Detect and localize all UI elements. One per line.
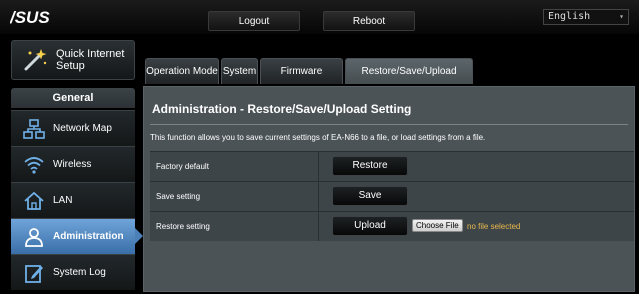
row-label: Save setting <box>156 192 201 201</box>
admin-user-icon <box>25 228 43 247</box>
chevron-down-icon: ▾ <box>619 12 624 21</box>
page-description: This function allows you to save current… <box>150 133 486 142</box>
log-edit-icon <box>25 265 43 283</box>
main-panel: Administration - Restore/Save/Upload Set… <box>143 86 635 292</box>
row-label: Factory default <box>156 162 209 171</box>
column-divider <box>318 212 319 241</box>
sidebar-item-label: LAN <box>53 195 73 206</box>
column-divider <box>318 152 319 181</box>
column-divider <box>318 182 319 211</box>
restore-button[interactable]: Restore <box>332 156 408 176</box>
setting-row-save: Save setting Save <box>150 181 634 211</box>
setting-row-restore: Restore setting Upload Choose File no fi… <box>150 211 634 241</box>
language-value: English <box>548 11 591 22</box>
tab-firmware-upgrade[interactable]: Firmware Upgrade <box>260 58 343 103</box>
row-label: Restore setting <box>156 222 210 231</box>
svg-text:/SUS: /SUS <box>10 8 50 26</box>
wifi-icon <box>24 157 44 174</box>
house-icon <box>24 191 44 210</box>
file-status-text: no file selected <box>467 222 521 231</box>
sidebar-item-administration[interactable]: Administration <box>11 218 135 254</box>
tab-system[interactable]: System <box>221 58 258 84</box>
tab-restore-save-upload[interactable]: Restore/Save/Upload Setting <box>345 58 473 103</box>
sidebar-item-system-log[interactable]: System Log <box>11 254 135 290</box>
choose-file-button[interactable]: Choose File <box>412 219 463 232</box>
setting-row-factory-default: Factory default Restore <box>150 151 634 181</box>
reboot-button[interactable]: Reboot <box>323 11 415 31</box>
tab-operation-mode[interactable]: Operation Mode <box>145 58 219 84</box>
sidebar-item-label: Administration <box>53 231 124 242</box>
sidebar-item-wireless[interactable]: Wireless <box>11 146 135 182</box>
page-title: Administration - Restore/Save/Upload Set… <box>152 102 412 116</box>
sidebar-item-network-map[interactable]: Network Map <box>11 110 135 146</box>
sidebar-item-label: Wireless <box>53 159 92 170</box>
quick-internet-setup-button[interactable]: Quick Internet Setup <box>11 40 135 80</box>
logout-button[interactable]: Logout <box>208 11 300 31</box>
upload-button[interactable]: Upload <box>332 216 408 236</box>
quick-internet-setup-label: Quick Internet Setup <box>56 48 125 72</box>
asus-logo: /SUS <box>10 8 50 26</box>
language-select[interactable]: English ▾ <box>543 9 629 25</box>
sidebar-item-label: Network Map <box>53 123 112 134</box>
title-divider <box>150 124 628 125</box>
network-map-icon <box>23 119 45 139</box>
sidebar-item-label: System Log <box>53 267 106 278</box>
save-button[interactable]: Save <box>332 186 408 206</box>
top-bar: /SUS Logout Reboot English ▾ <box>0 0 639 34</box>
magic-wand-icon <box>24 49 47 71</box>
sidebar-item-lan[interactable]: LAN <box>11 182 135 218</box>
sidebar-section-general: General <box>11 88 135 108</box>
active-indicator-arrow <box>135 228 143 244</box>
